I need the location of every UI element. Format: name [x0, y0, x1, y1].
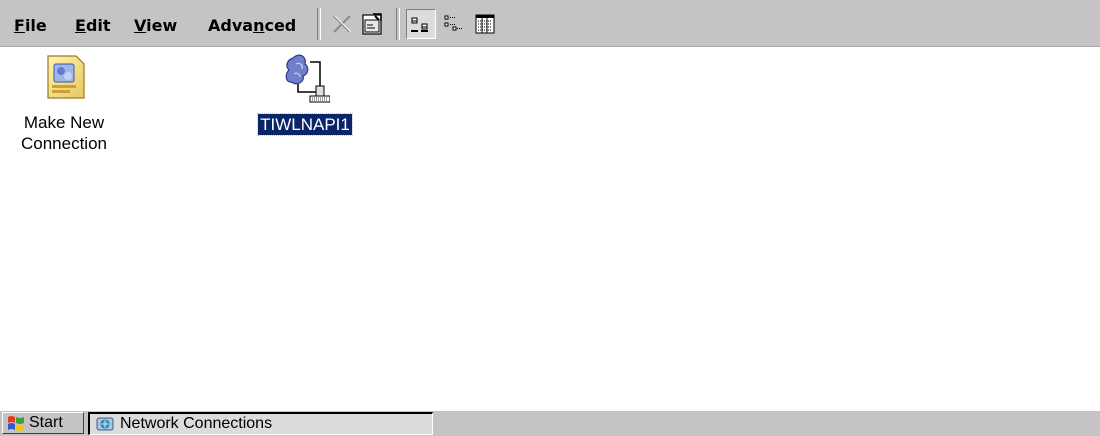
menu-file-accel: F	[14, 16, 25, 35]
menu-file[interactable]: File	[14, 15, 47, 37]
menu-view[interactable]: View	[134, 15, 177, 37]
taskbar: Start Network Connections	[0, 410, 1100, 436]
menu-advanced-accel: n	[253, 16, 265, 35]
menu-edit-label: dit	[85, 16, 111, 35]
menu-advanced-label-pre: Adva	[208, 16, 254, 35]
details-view-icon	[475, 14, 495, 34]
toolbar-separator	[317, 8, 321, 40]
connection-label-tiwlnapi1: TIWLNAPI1	[257, 113, 353, 136]
connection-item-tiwlnapi1[interactable]: TIWLNAPI1	[240, 52, 370, 136]
small-icons-view-icon	[444, 15, 462, 31]
menu-view-accel: V	[134, 16, 147, 35]
toolbar-separator	[396, 8, 400, 40]
menu-view-label: iew	[146, 16, 178, 35]
properties-icon	[362, 13, 382, 35]
taskbar-window-network-connections[interactable]: Network Connections	[88, 412, 433, 435]
menu-advanced[interactable]: Advanced	[208, 15, 296, 37]
windows-logo-icon	[8, 416, 24, 431]
taskbar-window-label: Network Connections	[120, 415, 273, 432]
small-icons-view-button[interactable]	[438, 9, 468, 39]
delete-icon	[333, 15, 352, 33]
make-new-connection-label: Make New Connection	[20, 113, 107, 153]
network-connections-icon	[96, 417, 114, 431]
menu-edit[interactable]: Edit	[75, 15, 111, 37]
details-view-button[interactable]	[470, 9, 500, 39]
menu-edit-accel: E	[75, 16, 86, 35]
start-button[interactable]: Start	[2, 412, 84, 434]
make-new-connection-icon	[47, 55, 85, 99]
delete-button[interactable]	[327, 9, 357, 39]
properties-button[interactable]	[358, 9, 388, 39]
make-new-connection-item[interactable]: Make New Connection	[4, 52, 124, 154]
large-icons-view-icon	[411, 17, 428, 32]
network-adapter-icon	[285, 54, 330, 103]
start-label: Start	[29, 414, 63, 431]
menu-file-label: ile	[24, 16, 47, 35]
connections-view[interactable]: Make New Connection TIWLNAPI1	[0, 47, 1100, 399]
menu-advanced-label-post: ced	[264, 16, 297, 35]
large-icons-view-button[interactable]	[406, 9, 436, 39]
menu-toolbar-bar: File Edit View Advanced	[0, 0, 1100, 47]
